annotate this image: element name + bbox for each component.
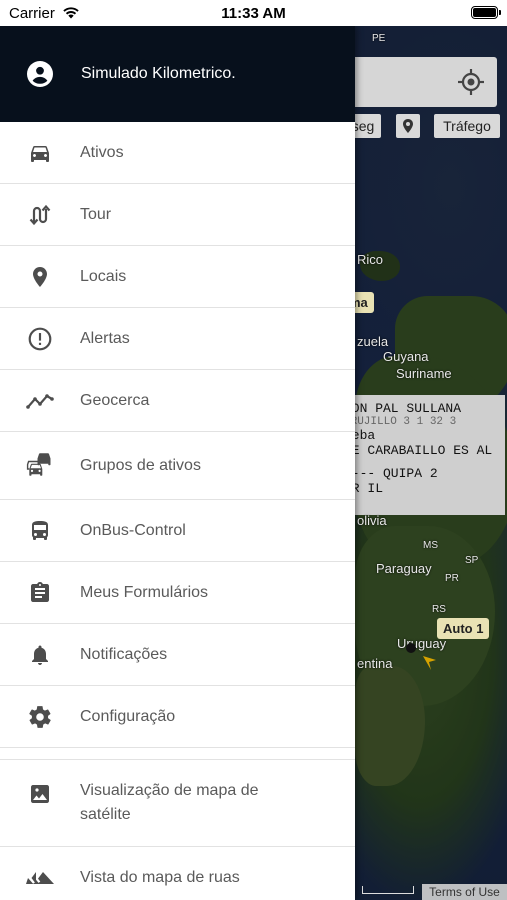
- popup-line: TRUJILLO 3 1 32 3: [344, 416, 457, 428]
- map-label-guyana: Guyana: [383, 349, 429, 364]
- traffic-button[interactable]: Tráfego: [434, 114, 500, 138]
- menu-item-satellite-view[interactable]: Visualização de mapa de satélite: [0, 759, 355, 847]
- map-pin-icon: [403, 119, 413, 133]
- vehicle-marker-icon[interactable]: [403, 640, 439, 672]
- menu-item-geocerca[interactable]: Geocerca: [0, 370, 355, 432]
- map-label-sp: SP: [465, 555, 479, 566]
- clipboard-icon: [0, 581, 80, 605]
- gear-icon: [0, 704, 80, 730]
- menu-item-label: Vista do mapa de ruas: [80, 869, 240, 886]
- menu-item-label: Alertas: [80, 329, 130, 347]
- popup-line: ---- QUIPA 2: [344, 466, 438, 481]
- menu-item-grupos-de-ativos[interactable]: Grupos de ativos: [0, 432, 355, 500]
- car-icon: [0, 141, 80, 165]
- popup-line: OR IL: [344, 481, 384, 496]
- map-label-ms: MS: [423, 540, 438, 551]
- satellite-image-icon: [0, 782, 80, 806]
- menu-item-label: Visualização de mapa de satélite: [80, 782, 259, 823]
- my-location-icon[interactable]: [457, 68, 485, 96]
- menu-item-ativos[interactable]: Ativos: [0, 122, 355, 184]
- popup-line: [340, 458, 505, 466]
- map-partial-button-label: seg: [351, 118, 375, 134]
- traffic-button-label: Tráfego: [443, 118, 491, 134]
- menu-item-label: Notificações: [80, 645, 168, 663]
- menu-item-label: Grupos de ativos: [80, 456, 201, 474]
- map-scale-bar: [362, 886, 414, 894]
- menu-item-notificacoes[interactable]: Notificações: [0, 624, 355, 686]
- map-label-bolivia: olivia: [357, 513, 387, 528]
- menu-item-locais[interactable]: Locais: [0, 246, 355, 308]
- map-label-rs: RS: [432, 604, 446, 615]
- menu-item-onbus-control[interactable]: OnBus-Control: [0, 500, 355, 562]
- user-name: Simulado Kilometrico.: [81, 65, 236, 82]
- map-vehicle-popup[interactable]: MON PAL SULLANA TRUJILLO 3 1 32 3 ueba D…: [340, 395, 505, 515]
- menu-item-configuracao[interactable]: Configuração: [0, 686, 355, 748]
- map-label-pe: PE: [372, 33, 386, 44]
- menu-item-label: Locais: [80, 267, 127, 285]
- bell-icon: [0, 643, 80, 667]
- drawer-header[interactable]: Simulado Kilometrico.: [0, 26, 355, 122]
- map-attribution-link[interactable]: Terms of Use: [422, 884, 507, 900]
- menu-item-label: Tour: [80, 205, 112, 223]
- bus-icon: [0, 519, 80, 543]
- map-label-pr: PR: [445, 573, 459, 584]
- menu-item-label: Ativos: [80, 143, 124, 161]
- map-pin-button[interactable]: [396, 114, 420, 138]
- map-label-argentina: entina: [357, 656, 393, 671]
- map-label-paraguay: Paraguay: [376, 561, 432, 576]
- status-bar: Carrier 11:33 AM: [0, 0, 507, 26]
- menu-item-label: Geocerca: [80, 391, 150, 409]
- route-icon: [0, 203, 80, 227]
- popup-line: MON PAL SULLANA: [344, 401, 462, 416]
- map-label-suriname: Suriname: [396, 366, 452, 381]
- alert-circle-icon: [0, 326, 80, 352]
- trend-line-icon: [0, 389, 80, 413]
- map-label-zuela: zuela: [357, 334, 389, 349]
- car-group-icon: [0, 451, 80, 481]
- menu-item-label: Configuração: [80, 707, 176, 725]
- map-label-rico: Rico: [357, 252, 384, 267]
- popup-line: ueba: [344, 428, 376, 443]
- menu-item-street-view[interactable]: Vista do mapa de ruas: [0, 847, 355, 900]
- terrain-icon: [0, 866, 80, 890]
- battery-icon: [471, 6, 501, 19]
- location-pin-icon: [0, 265, 80, 289]
- clock: 11:33 AM: [221, 5, 286, 22]
- popup-line: DE CARABAILLO ES AL: [344, 443, 493, 458]
- menu-item-alertas[interactable]: Alertas: [0, 308, 355, 370]
- navigation-drawer: Simulado Kilometrico. Ativos Tour Locais…: [0, 26, 355, 900]
- menu-item-label: OnBus-Control: [80, 521, 186, 539]
- menu-item-meus-formularios[interactable]: Meus Formulários: [0, 562, 355, 624]
- account-circle-icon: [27, 61, 53, 87]
- menu-item-label: Meus Formulários: [80, 583, 209, 601]
- vehicle-chip-label: Auto 1: [443, 621, 484, 636]
- menu-item-tour[interactable]: Tour: [0, 184, 355, 246]
